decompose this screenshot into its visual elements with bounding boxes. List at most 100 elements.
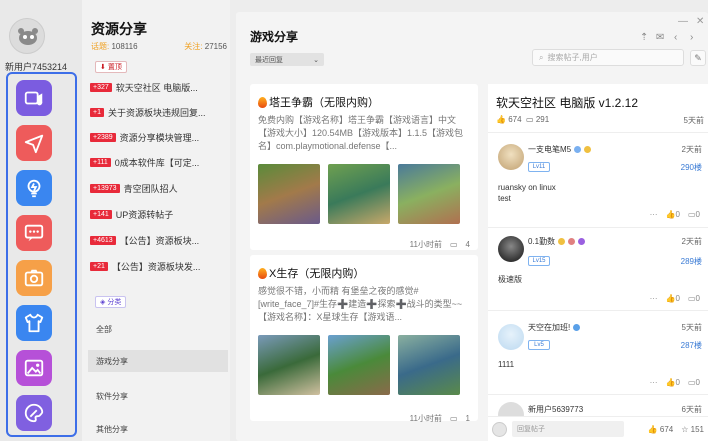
reply-comment[interactable]: ▭0 <box>688 294 700 303</box>
like-icon: 👍 <box>496 115 506 124</box>
post-thumbnail[interactable] <box>328 335 390 395</box>
post-title: 塔王争霸（无限内购） <box>258 94 379 110</box>
send-icon[interactable] <box>16 125 52 161</box>
post-excerpt: 感觉很不错，小而精 有堡垒之夜的感觉#[write_face_7]#生存➕建造➕… <box>258 286 463 322</box>
more-icon[interactable]: ··· <box>650 210 658 219</box>
post-card[interactable]: X生存（无限内购） 感觉很不错，小而精 有堡垒之夜的感觉#[write_face… <box>250 255 478 424</box>
category-other[interactable]: 其他分享 <box>88 418 228 440</box>
pinned-post-title: UP资源转帖子 <box>115 209 174 220</box>
upload-icon[interactable]: ⇡ <box>640 32 648 43</box>
star-button[interactable]: ☆ 151 <box>681 425 704 434</box>
reply-author-name: 一支电笔M5 <box>528 145 572 154</box>
forward-icon[interactable]: › <box>690 32 693 43</box>
reply-author[interactable]: 新用户5639773 <box>528 404 583 415</box>
reply-like[interactable]: 👍0 <box>666 210 680 219</box>
pinned-tag: ⬇ 置顶 <box>95 61 127 73</box>
like-button[interactable]: 👍 674 <box>648 425 674 434</box>
reply-like-count: 0 <box>675 210 680 219</box>
search-input[interactable]: ⌕ 搜索帖子,用户 <box>532 49 684 66</box>
my-avatar <box>492 422 507 437</box>
reply-avatar[interactable] <box>498 236 524 262</box>
badge-icon <box>558 238 566 245</box>
post-thumbnail[interactable] <box>328 164 390 224</box>
video-icon[interactable] <box>16 80 52 116</box>
pinned-post[interactable]: +111 0成本软件库【可定... <box>90 154 228 170</box>
more-icon[interactable]: ··· <box>650 294 658 303</box>
reply-comment[interactable]: ▭0 <box>688 210 700 219</box>
topics-count: 108116 <box>111 42 138 51</box>
divider <box>488 227 708 228</box>
pinned-post[interactable]: +21 【公告】资源板块发... <box>90 258 228 274</box>
post-thumbnail[interactable] <box>258 164 320 224</box>
pinned-post[interactable]: +2389 资源分享模块管理... <box>90 129 228 145</box>
category-game[interactable]: 游戏分享 <box>88 350 228 372</box>
reply-like[interactable]: 👍0 <box>666 294 680 303</box>
reply-author[interactable]: 0.1勤数 <box>528 236 586 247</box>
reply-input[interactable]: 回复帖子 <box>512 421 624 437</box>
comment-count: 1 <box>465 414 470 423</box>
post-thumbnail[interactable] <box>398 164 460 224</box>
comment-count: 4 <box>465 240 470 249</box>
close-button[interactable]: ✕ <box>696 16 704 27</box>
pinned-post[interactable]: +13973 青空团队招人 <box>90 180 228 196</box>
category-software[interactable]: 软件分享 <box>88 385 228 407</box>
reply-badge: +111 <box>90 157 111 167</box>
pinned-post[interactable]: +1 关于资源板块违规回复... <box>90 104 228 120</box>
pinned-post-title: 【公告】资源板块... <box>119 235 200 246</box>
badge-icon <box>568 238 576 245</box>
category-all[interactable]: 全部 <box>88 318 228 340</box>
reply-author[interactable]: 一支电笔M5 <box>528 144 592 155</box>
post-title-text: 塔王争霸（无限内购） <box>269 97 379 109</box>
more-icon[interactable]: ··· <box>650 378 658 387</box>
reply-comment-count: 0 <box>695 294 700 303</box>
post-card[interactable]: 塔王争霸（无限内购） 免费内购【游戏名称】塔王争霸【游戏语言】中文【游戏大小】1… <box>250 84 478 250</box>
app-rail: 新用户7453214 <box>0 0 82 441</box>
pinned-post[interactable]: +141 UP资源转帖子 <box>90 206 228 222</box>
pinned-post-title: 资源分享模块管理... <box>119 132 200 143</box>
reply-like[interactable]: 👍0 <box>666 378 680 387</box>
pinned-post[interactable]: +4613 【公告】资源板块... <box>90 232 228 248</box>
pinned-post-title: 关于资源板块违规回复... <box>107 107 206 118</box>
comment-icon: ▭ <box>449 240 458 249</box>
new-post-button[interactable]: ✎ <box>690 50 706 66</box>
mail-icon[interactable]: ✉ <box>656 32 664 43</box>
post-thumbnail[interactable] <box>258 335 320 395</box>
image-icon[interactable] <box>16 350 52 386</box>
back-icon[interactable]: ‹ <box>674 32 677 43</box>
reply-author-name: 新用户5639773 <box>528 405 584 414</box>
resource-panel: 资源分享 话题: 108116 关注: 27156 ⬇ 置顶 +327 软天空社区… <box>82 0 230 441</box>
reply-badge: +4613 <box>90 235 116 245</box>
reply-floor: 287楼 <box>680 341 702 350</box>
search-placeholder: 搜索帖子,用户 <box>547 53 598 62</box>
detail-title: 软天空社区 电脑版 v1.2.12 <box>496 96 639 110</box>
user-avatar[interactable] <box>9 18 45 54</box>
detail-likes: 674 <box>508 115 522 124</box>
reply-avatar[interactable] <box>498 324 524 350</box>
post-footer: 11小时前 ▭ 1 <box>410 413 470 424</box>
post-thumbnail[interactable] <box>398 335 460 395</box>
shirt-icon[interactable] <box>16 305 52 341</box>
follow-label: 关注: <box>184 42 205 51</box>
reply-time: 2天前 <box>681 145 702 154</box>
panel-title: 资源分享 <box>91 21 147 37</box>
category-icon-rail <box>6 72 77 437</box>
sort-select[interactable]: 最近回复 ⌄ <box>250 53 324 66</box>
reply-badge: +327 <box>90 82 112 92</box>
chat-icon[interactable] <box>16 215 52 251</box>
chevron-down-icon: ⌄ <box>313 56 319 64</box>
layers-icon: ◈ <box>100 299 106 306</box>
divider <box>488 394 708 395</box>
fire-icon <box>258 267 267 279</box>
pinned-post[interactable]: +327 软天空社区 电脑版... <box>90 79 228 95</box>
reply-author[interactable]: 天空在加班! <box>528 322 581 333</box>
bulb-icon[interactable] <box>16 170 52 206</box>
reply-comment[interactable]: ▭0 <box>688 378 700 387</box>
reply-avatar[interactable] <box>498 144 524 170</box>
camera-icon[interactable] <box>16 260 52 296</box>
badge-icon <box>578 238 586 245</box>
reply-comment-count: 0 <box>695 378 700 387</box>
follow-count: 27156 <box>204 42 227 51</box>
palette-icon[interactable] <box>16 395 52 431</box>
reply-body: 极速版 <box>498 275 522 284</box>
minimize-button[interactable]: — <box>678 16 688 27</box>
